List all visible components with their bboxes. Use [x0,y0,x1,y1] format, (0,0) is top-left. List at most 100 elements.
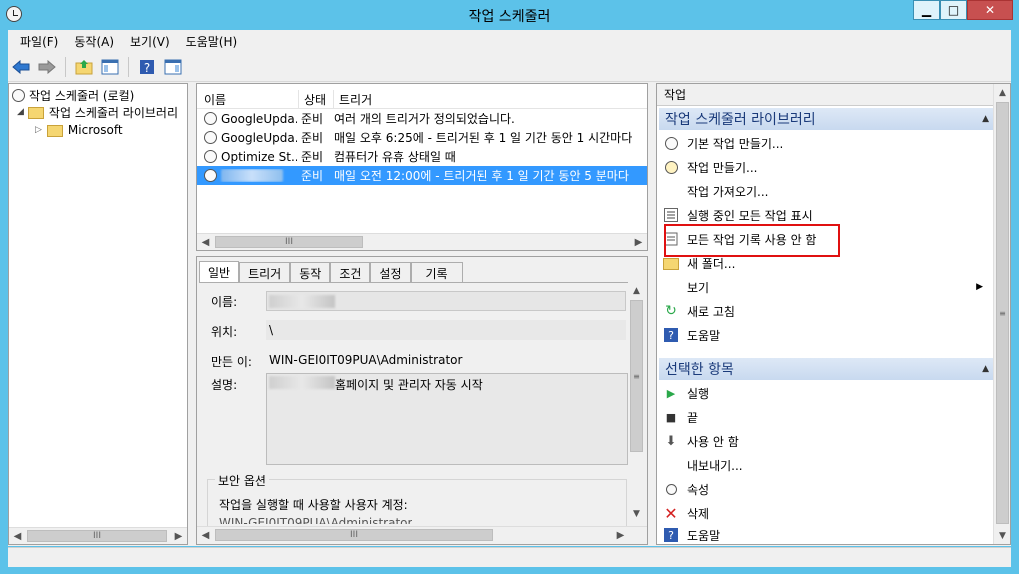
action-label: 새로 고침 [687,304,735,319]
scroll-up-arrow-icon[interactable]: ▲ [628,282,645,299]
action-help-selected[interactable]: ? 도움말 [663,526,720,544]
actions-vertical-scrollbar[interactable]: ▲ ≡ ▼ [993,84,1010,544]
action-create-basic-task[interactable]: 기본 작업 만들기... [663,132,783,154]
collapse-arrow-icon[interactable]: ◢ [17,107,24,117]
tree-horizontal-scrollbar[interactable]: ◀ III ▶ [9,527,187,544]
action-label: 속성 [687,482,710,497]
collapse-up-icon[interactable]: ▲ [982,364,989,374]
table-row-selected[interactable]: 준비 매일 오전 12:00에 - 트리거된 후 1 일 기간 동안 5 분마다 [197,166,647,185]
action-help[interactable]: ? 도움말 [663,324,720,346]
action-create-task[interactable]: 작업 만들기... [663,156,757,178]
refresh-icon: ↻ [665,303,677,319]
action-new-folder[interactable]: 새 폴더... [663,252,735,274]
blank-icon [663,279,679,295]
table-row[interactable]: Optimize St... 준비 컴퓨터가 유휴 상태일 때 [197,147,647,166]
action-label: 사용 안 함 [687,434,739,449]
action-delete[interactable]: ✕ 삭제 [663,502,709,524]
scroll-left-arrow-icon[interactable]: ◀ [9,528,26,545]
blank-icon [663,457,679,473]
description-field[interactable]: 홈페이지 및 관리자 자동 시작 [266,373,628,465]
tab-history[interactable]: 기록 [410,262,463,283]
minimize-button[interactable]: ▁ [913,0,940,20]
task-trigger: 매일 오전 12:00에 - 트리거된 후 1 일 기간 동안 5 분마다 [334,169,629,183]
menu-view[interactable]: 보기(V) [122,33,178,50]
scroll-thumb[interactable]: III [215,529,493,541]
name-field[interactable] [266,291,626,311]
up-folder-icon[interactable] [73,56,95,78]
toolbar: ? [8,52,1011,82]
action-import-task[interactable]: 작업 가져오기... [663,180,769,202]
action-refresh[interactable]: ↻ 새로 고침 [663,300,735,322]
end-icon: ■ [665,410,677,424]
detail-horizontal-scrollbar[interactable]: ◀ III ▶ [197,526,647,543]
action-display-running-tasks[interactable]: 실행 중인 모든 작업 표시 [663,204,813,226]
close-button[interactable]: ✕ [967,0,1013,20]
scroll-thumb[interactable]: III [215,236,363,248]
scroll-right-arrow-icon[interactable]: ▶ [630,234,647,251]
tab-settings[interactable]: 설정 [370,262,411,283]
scroll-left-arrow-icon[interactable]: ◀ [197,527,214,544]
tree-root-item[interactable]: 작업 스케줄러 (로컬) [12,86,134,104]
expand-arrow-icon[interactable]: ▷ [35,125,42,135]
action-disable[interactable]: ⬇ 사용 안 함 [663,430,739,452]
back-arrow-icon[interactable] [10,56,32,78]
table-row[interactable]: GoogleUpda... 준비 매일 오후 6:25에 - 트리거된 후 1 … [197,128,647,147]
task-name: GoogleUpda... [221,111,297,126]
table-row[interactable]: GoogleUpda... 준비 여러 개의 트리거가 정의되었습니다. [197,109,647,128]
help-icon[interactable]: ? [136,56,158,78]
section-library[interactable]: 작업 스케줄러 라이브러리 ▲ [659,108,993,130]
action-run[interactable]: ▶ 실행 [663,382,709,404]
show-hide-action-pane-icon[interactable] [162,56,184,78]
tab-conditions[interactable]: 조건 [330,262,371,283]
menu-file[interactable]: 파일(F) [12,33,66,50]
author-label: 만든 이: [211,355,252,369]
task-name: GoogleUpda... [221,130,297,145]
scroll-left-arrow-icon[interactable]: ◀ [197,234,214,251]
scroll-thumb[interactable]: III [27,530,167,542]
action-export[interactable]: 내보내기... [663,454,743,476]
menu-bar: 파일(F) 동작(A) 보기(V) 도움말(H) [8,30,1011,52]
task-trigger: 여러 개의 트리거가 정의되었습니다. [334,112,515,126]
window-controls: ▁ □ ✕ [913,0,1013,20]
tree-library-item[interactable]: ◢ 작업 스케줄러 라이브러리 [17,103,178,121]
actions-pane: 작업 작업 스케줄러 라이브러리 ▲ 기본 작업 만들기... 작업 만들기..… [656,83,1011,545]
scroll-right-arrow-icon[interactable]: ▶ [612,527,629,544]
action-view[interactable]: 보기 ▶ [663,276,983,298]
action-properties[interactable]: 속성 [663,478,709,500]
folder-clock-icon [27,107,44,119]
actions-header: 작업 [657,84,993,106]
scroll-right-arrow-icon[interactable]: ▶ [170,528,187,545]
detail-vertical-scrollbar[interactable]: ▲ ≡ ▼ [628,282,645,522]
scroll-thumb[interactable]: ≡ [630,300,643,452]
scroll-thumb[interactable]: ≡ [996,102,1009,524]
column-header-trigger[interactable]: 트리거 [334,90,646,108]
column-header-status[interactable]: 상태 [299,90,334,108]
tasklist-horizontal-scrollbar[interactable]: ◀ III ▶ [197,233,647,250]
location-field[interactable]: \ [266,320,626,340]
task-trigger: 매일 오후 6:25에 - 트리거된 후 1 일 기간 동안 1 시간마다 [334,131,633,145]
scroll-up-arrow-icon[interactable]: ▲ [994,84,1011,101]
folder-icon [46,125,63,137]
menu-help[interactable]: 도움말(H) [178,33,246,50]
task-status: 준비 [301,112,324,126]
forward-arrow-icon[interactable] [36,56,58,78]
action-end[interactable]: ■ 끝 [663,406,698,428]
tab-triggers[interactable]: 트리거 [239,262,291,283]
show-hide-tree-icon[interactable] [99,56,121,78]
menu-action[interactable]: 동작(A) [66,33,122,50]
svg-text:?: ? [144,61,150,75]
section-selected-item[interactable]: 선택한 항목 ▲ [659,358,993,380]
status-bar [8,547,1011,567]
action-label: 도움말 [687,528,721,543]
title-bar[interactable]: 작업 스케줄러 ▁ □ ✕ [0,0,1019,30]
scroll-down-arrow-icon[interactable]: ▼ [994,527,1011,544]
collapse-up-icon[interactable]: ▲ [982,114,989,124]
blank-icon [663,183,679,199]
scroll-down-arrow-icon[interactable]: ▼ [628,505,645,522]
column-header-name[interactable]: 이름 [199,90,299,108]
properties-icon [663,481,679,497]
tab-actions[interactable]: 동작 [290,262,331,283]
maximize-button[interactable]: □ [940,0,967,20]
tree-microsoft-item[interactable]: ▷ Microsoft [35,121,123,139]
tab-general[interactable]: 일반 [199,261,240,283]
